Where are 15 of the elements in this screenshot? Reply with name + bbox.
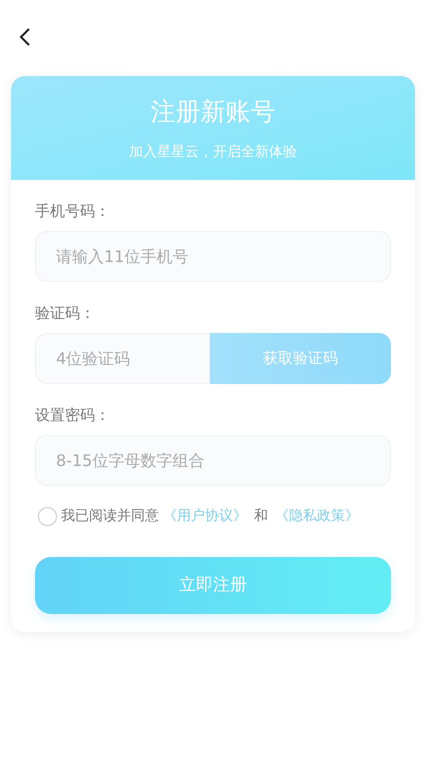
field-label: 验证码： xyxy=(35,303,96,324)
agreement-checkbox[interactable] xyxy=(38,507,57,526)
input-field[interactable]: 请输入11位手机号 xyxy=(35,231,391,282)
privacy-policy-link[interactable]: 《隐私政策》 xyxy=(275,506,359,527)
get-code-button[interactable]: 获取验证码 xyxy=(210,333,391,384)
field-label: 手机号码： xyxy=(35,201,111,222)
register-button[interactable]: 立即注册 xyxy=(35,557,391,614)
conjunction-text: 和 xyxy=(254,507,268,526)
field-label: 设置密码： xyxy=(35,405,111,426)
code-input[interactable]: 4位验证码 xyxy=(35,333,210,384)
user-agreement-link[interactable]: 《用户协议》 xyxy=(163,506,247,527)
page-title: 注册新账号 xyxy=(150,96,276,128)
input-field[interactable]: 8-15位字母数字组合 xyxy=(35,435,391,486)
subtitle: 加入星星云，开启全新体验 xyxy=(129,143,297,162)
agreement-text: 我已阅读并同意 xyxy=(61,507,159,526)
